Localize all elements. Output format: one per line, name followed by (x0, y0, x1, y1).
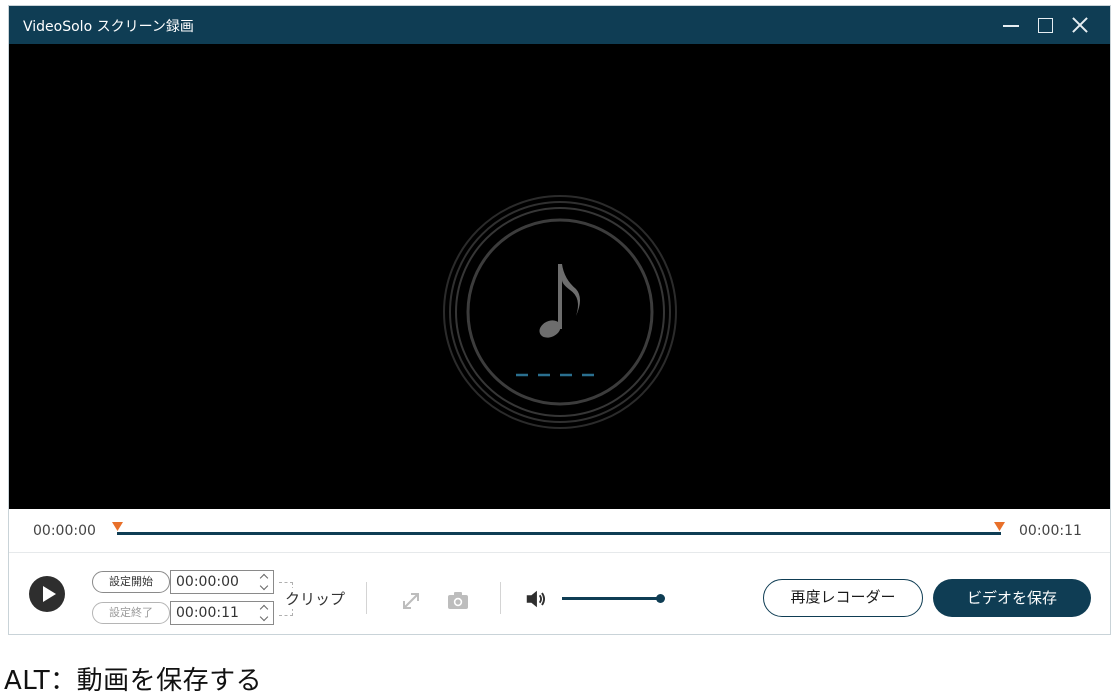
rerecord-button[interactable]: 再度レコーダー (763, 579, 923, 617)
clip-end-time-field[interactable]: 00:00:11 (170, 601, 274, 625)
save-video-button[interactable]: ビデオを保存 (933, 579, 1091, 617)
timeline-start-time: 00:00:00 (33, 523, 96, 539)
toolbar-divider (500, 582, 501, 614)
set-start-button[interactable]: 設定開始 (92, 571, 170, 593)
camera-icon[interactable] (446, 589, 470, 613)
clip-start-time-value: 00:00:00 (176, 574, 239, 590)
expand-icon[interactable] (399, 589, 423, 613)
toolbar-divider (366, 582, 367, 614)
clip-start-marker[interactable] (112, 522, 123, 532)
close-icon[interactable] (1064, 10, 1096, 40)
window-title: VideoSolo スクリーン録画 (23, 19, 194, 35)
title-bar[interactable]: VideoSolo スクリーン録画 (9, 6, 1110, 44)
music-disc-icon (443, 195, 677, 429)
timeline-bar: 00:00:00 00:00:11 (9, 509, 1110, 553)
timeline-end-time: 00:00:11 (1019, 523, 1082, 539)
clip-end-spinner-icon[interactable] (258, 603, 270, 623)
clip-start-time-field[interactable]: 00:00:00 (170, 570, 274, 594)
play-icon (43, 586, 56, 602)
video-player[interactable] (9, 44, 1110, 509)
timeline-track[interactable] (117, 532, 1001, 535)
maximize-icon[interactable] (1030, 10, 1062, 40)
minimize-icon[interactable] (996, 10, 1028, 40)
play-button[interactable] (29, 576, 65, 612)
app-window: VideoSolo スクリーン録画 00:00:00 00:00:11 設定開始… (8, 5, 1111, 635)
clip-end-time-value: 00:00:11 (176, 605, 239, 621)
alt-caption: ALT：動画を保存する (4, 666, 263, 696)
set-end-button[interactable]: 設定終了 (92, 602, 170, 624)
speaker-icon[interactable] (524, 587, 548, 611)
volume-slider[interactable] (562, 597, 662, 600)
clip-end-marker[interactable] (994, 522, 1005, 532)
clip-start-spinner-icon[interactable] (258, 572, 270, 592)
music-note-icon (539, 264, 580, 338)
volume-slider-handle[interactable] (656, 594, 665, 603)
clip-button[interactable]: クリップ (283, 588, 348, 609)
control-panel: 設定開始 00:00:00 設定終了 00:00:11 クリップ 再度レコーダー… (9, 554, 1110, 634)
